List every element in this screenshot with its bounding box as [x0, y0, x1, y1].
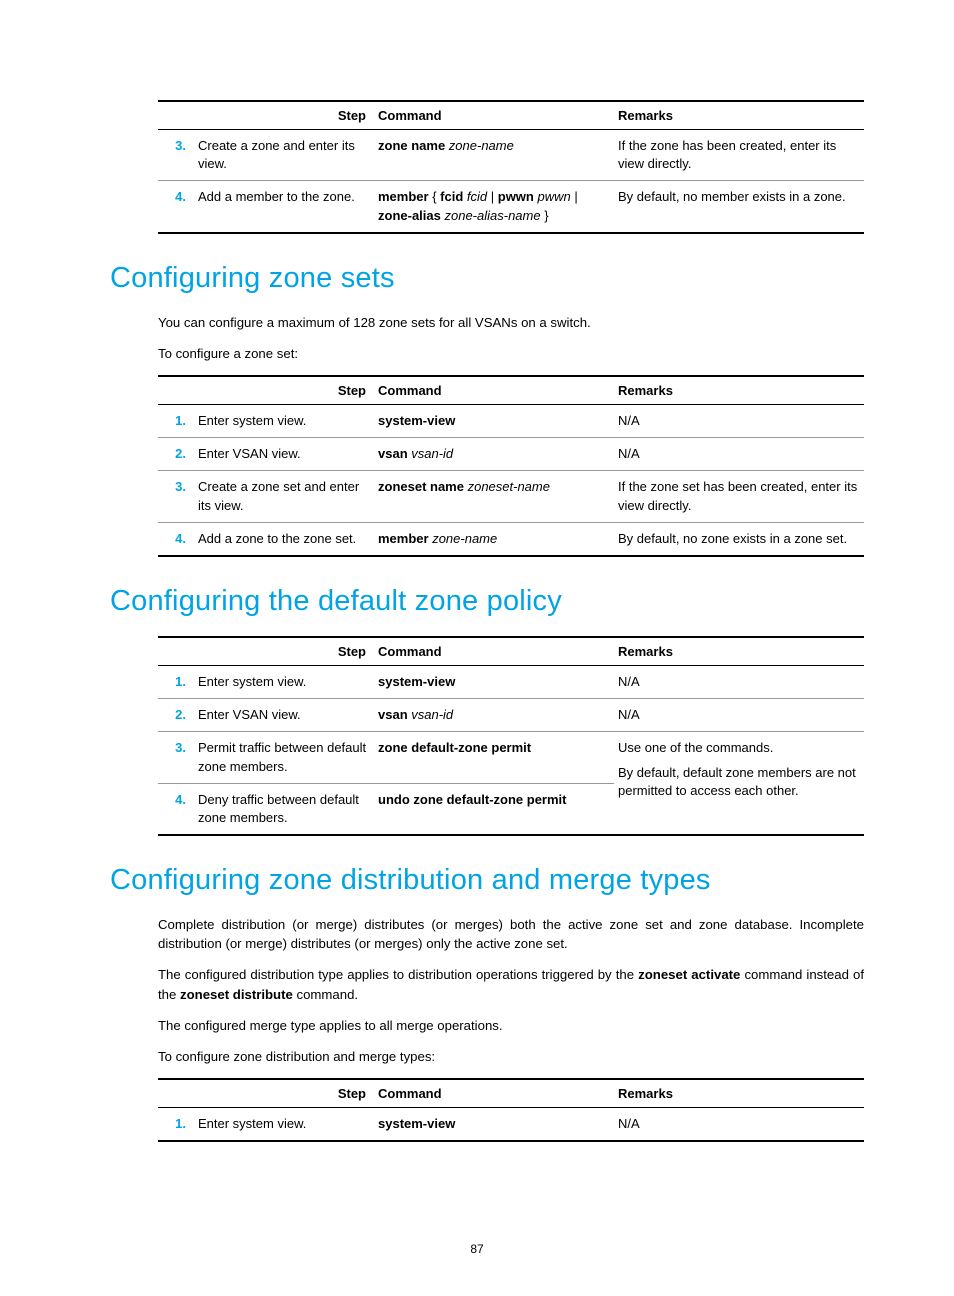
table-row: 3.Create a zone and enter its view.zone … [158, 130, 864, 181]
th-command: Command [374, 1079, 614, 1108]
step-command: vsan vsan-id [374, 699, 614, 732]
step-description: Permit traffic between default zone memb… [194, 732, 374, 783]
step-description: Create a zone set and enter its view. [194, 471, 374, 522]
step-description: Enter VSAN view. [194, 699, 374, 732]
th-remarks: Remarks [614, 1079, 864, 1108]
step-number: 2. [158, 438, 194, 471]
step-command: system-view [374, 665, 614, 698]
table-row: 3.Create a zone set and enter its view.z… [158, 471, 864, 522]
step-remarks: Use one of the commands.By default, defa… [614, 732, 864, 835]
th-step: Step [158, 637, 374, 666]
step-number: 1. [158, 1107, 194, 1141]
step-description: Add a zone to the zone set. [194, 522, 374, 556]
paragraph: You can configure a maximum of 128 zone … [158, 313, 864, 332]
table-row: 1.Enter system view.system-viewN/A [158, 665, 864, 698]
table-row: 4.Add a zone to the zone set.member zone… [158, 522, 864, 556]
steps-table-4: Step Command Remarks 1.Enter system view… [158, 1078, 864, 1142]
paragraph: Complete distribution (or merge) distrib… [158, 915, 864, 953]
heading-configuring-zone-sets: Configuring zone sets [110, 262, 864, 295]
steps-table-3: Step Command Remarks 1.Enter system view… [158, 636, 864, 836]
step-number: 3. [158, 732, 194, 783]
step-number: 4. [158, 181, 194, 233]
paragraph: The configured distribution type applies… [158, 965, 864, 1003]
step-command: system-view [374, 405, 614, 438]
step-number: 1. [158, 405, 194, 438]
step-command: zone name zone-name [374, 130, 614, 181]
paragraph: To configure a zone set: [158, 344, 864, 363]
step-command: member { fcid fcid | pwwn pwwn | zone-al… [374, 181, 614, 233]
step-number: 3. [158, 471, 194, 522]
step-remarks: N/A [614, 699, 864, 732]
step-remarks: By default, no member exists in a zone. [614, 181, 864, 233]
step-command: system-view [374, 1107, 614, 1141]
step-description: Enter VSAN view. [194, 438, 374, 471]
steps-table-1: Step Command Remarks 3.Create a zone and… [158, 100, 864, 234]
th-step: Step [158, 376, 374, 405]
th-remarks: Remarks [614, 376, 864, 405]
th-command: Command [374, 376, 614, 405]
th-remarks: Remarks [614, 637, 864, 666]
step-number: 4. [158, 783, 194, 835]
step-command: undo zone default-zone permit [374, 783, 614, 835]
paragraph: To configure zone distribution and merge… [158, 1047, 864, 1066]
step-description: Create a zone and enter its view. [194, 130, 374, 181]
step-description: Enter system view. [194, 1107, 374, 1141]
table-row: 1.Enter system view.system-viewN/A [158, 405, 864, 438]
step-command: vsan vsan-id [374, 438, 614, 471]
page-number: 87 [0, 1242, 954, 1256]
step-remarks: If the zone has been created, enter its … [614, 130, 864, 181]
step-remarks: If the zone set has been created, enter … [614, 471, 864, 522]
step-description: Enter system view. [194, 665, 374, 698]
step-number: 3. [158, 130, 194, 181]
th-remarks: Remarks [614, 101, 864, 130]
heading-configuring-zone-distribution: Configuring zone distribution and merge … [110, 864, 864, 897]
table-row: 2.Enter VSAN view.vsan vsan-idN/A [158, 699, 864, 732]
table-row: 1.Enter system view.system-viewN/A [158, 1107, 864, 1141]
table-row: 3.Permit traffic between default zone me… [158, 732, 864, 783]
step-number: 4. [158, 522, 194, 556]
step-command: zoneset name zoneset-name [374, 471, 614, 522]
th-step: Step [158, 1079, 374, 1108]
steps-table-2: Step Command Remarks 1.Enter system view… [158, 375, 864, 557]
step-command: zone default-zone permit [374, 732, 614, 783]
step-command: member zone-name [374, 522, 614, 556]
step-remarks: N/A [614, 1107, 864, 1141]
th-command: Command [374, 101, 614, 130]
heading-configuring-default-zone-policy: Configuring the default zone policy [110, 585, 864, 618]
step-remarks: N/A [614, 438, 864, 471]
step-remarks: N/A [614, 665, 864, 698]
step-number: 2. [158, 699, 194, 732]
th-command: Command [374, 637, 614, 666]
step-description: Enter system view. [194, 405, 374, 438]
step-description: Deny traffic between default zone member… [194, 783, 374, 835]
table-row: 4.Add a member to the zone.member { fcid… [158, 181, 864, 233]
th-step: Step [158, 101, 374, 130]
step-remarks: By default, no zone exists in a zone set… [614, 522, 864, 556]
step-remarks: N/A [614, 405, 864, 438]
step-number: 1. [158, 665, 194, 698]
step-description: Add a member to the zone. [194, 181, 374, 233]
table-row: 2.Enter VSAN view.vsan vsan-idN/A [158, 438, 864, 471]
paragraph: The configured merge type applies to all… [158, 1016, 864, 1035]
